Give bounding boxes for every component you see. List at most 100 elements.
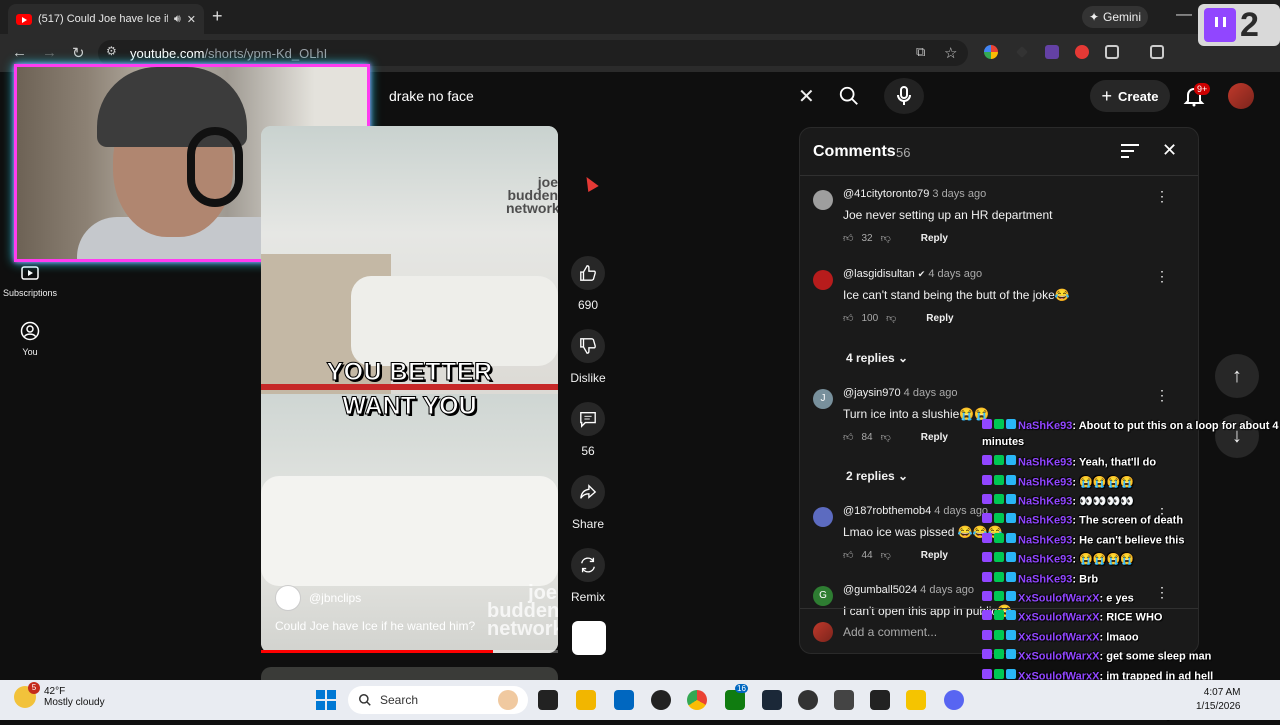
comment-author[interactable]: @gumball5024 4 days ago [843, 584, 974, 596]
clear-search-icon[interactable]: ✕ [798, 84, 815, 109]
video-title[interactable]: Could Joe have Ice if he wanted him? [275, 619, 475, 633]
game-launcher-icon[interactable] [798, 690, 818, 710]
thumbs-down-icon[interactable]: 👎︎ [886, 312, 896, 324]
sidebar-panel-icon[interactable] [1150, 45, 1164, 59]
start-button[interactable] [316, 690, 336, 710]
chat-message: NaShKe93: Brb [982, 570, 1280, 589]
comment-author-name[interactable]: @lasgidisultan [843, 268, 915, 280]
chat-badges-icon [982, 531, 1018, 550]
comment-author-name[interactable]: @41citytoronto79 [843, 188, 929, 200]
thumbs-up-icon[interactable]: 👍︎ [843, 312, 853, 324]
comment-avatar[interactable]: J [813, 389, 833, 409]
channel-name[interactable]: @jbnclips [309, 591, 361, 605]
view-replies-button[interactable]: 2 replies ⌄ [846, 469, 908, 483]
thumbs-down-icon[interactable]: 👎︎ [881, 232, 891, 244]
bookmark-star-icon[interactable]: ☆ [944, 44, 957, 62]
steam-icon[interactable] [762, 690, 782, 710]
chat-text: : Yeah, that'll do [1072, 456, 1157, 469]
sort-icon[interactable] [1120, 143, 1140, 159]
video-progress-bar[interactable] [261, 650, 558, 653]
reply-button[interactable]: Reply [926, 313, 953, 324]
reply-button[interactable]: Reply [921, 432, 948, 443]
create-button[interactable]: + Create [1090, 80, 1170, 112]
channel-avatar[interactable] [275, 585, 301, 611]
comment-author[interactable]: @jaysin970 4 days ago [843, 387, 957, 399]
weather-desc: Mostly cloudy [44, 697, 105, 708]
comment-author[interactable]: @lasgidisultan ✔ 4 days ago [843, 268, 982, 280]
sound-thumbnail[interactable] [572, 621, 606, 655]
voice-search-button[interactable] [884, 78, 924, 114]
more-options-icon[interactable]: ⋮ [1155, 268, 1169, 285]
channel-link[interactable]: @jbnclips [275, 585, 361, 611]
search-button[interactable] [832, 80, 866, 112]
shorts-video-player[interactable]: YOU BETTER WANT YOU joe budden network j… [261, 126, 558, 653]
system-clock[interactable]: 4:07 AM 1/15/2026 [1196, 686, 1241, 714]
reply-button[interactable]: Reply [921, 550, 948, 561]
thumbs-up-icon[interactable]: 👍︎ [843, 431, 853, 443]
remix-button[interactable]: Remix [568, 548, 608, 604]
comment-actions: 👍︎ 32 👎︎ Reply [843, 232, 948, 245]
file-explorer-icon[interactable] [576, 690, 596, 710]
account-avatar[interactable] [1228, 83, 1254, 109]
comment-author-name[interactable]: @jaysin970 [843, 387, 901, 399]
url-field[interactable]: youtube.com/shorts/ypm-Kd_OLhI [98, 40, 968, 66]
microphone-icon [897, 86, 911, 105]
share-button[interactable]: Share [568, 475, 608, 531]
comment-avatar[interactable] [813, 270, 833, 290]
extension-red-icon[interactable] [1075, 45, 1089, 59]
store-icon[interactable] [614, 690, 634, 710]
terminal-icon[interactable] [870, 690, 890, 710]
gemini-button[interactable]: ✦ Gemini [1082, 6, 1148, 28]
window-minimize-button[interactable]: — [1176, 6, 1192, 24]
obs-icon[interactable] [651, 690, 671, 710]
reload-icon[interactable]: ↻ [72, 44, 85, 62]
reply-button[interactable]: Reply [921, 233, 948, 244]
extension-twitch-icon[interactable] [1045, 45, 1059, 59]
dislike-button[interactable]: Dislike [566, 329, 610, 385]
stream-chat-overlay: NaShKe93: About to put this on a loop fo… [982, 418, 1280, 725]
chrome-icon[interactable] [687, 690, 707, 710]
extensions-puzzle-icon[interactable] [1105, 45, 1119, 59]
tab-close-icon[interactable]: ✕ [187, 13, 196, 26]
cast-icon[interactable]: ⧉ [916, 44, 925, 60]
comment-avatar[interactable] [813, 507, 833, 527]
speaker-icon[interactable]: 🔊︎ [174, 13, 181, 26]
comment-avatar[interactable]: G [813, 586, 833, 606]
back-arrow-icon[interactable]: ← [12, 44, 27, 61]
extension-colorwheel-icon[interactable] [984, 45, 998, 59]
search-icon [359, 694, 371, 706]
thumbs-down-icon[interactable]: 👎︎ [881, 549, 891, 561]
guide-item-subscriptions[interactable]: Subscriptions [0, 262, 60, 298]
thumbs-down-icon[interactable]: 👎︎ [881, 431, 891, 443]
chat-message: XxSoulofWarxX: e yes [982, 589, 1280, 608]
new-tab-button[interactable]: + [212, 6, 223, 27]
more-options-icon[interactable]: ⋮ [1155, 188, 1169, 205]
previous-short-button[interactable]: ↑ [1215, 354, 1259, 398]
browser-tabbar: (517) Could Joe have Ice if h 🔊︎ ✕ + ✦ Ge… [0, 0, 1280, 34]
thumbs-up-icon[interactable]: 👍︎ [843, 232, 853, 244]
comment-author[interactable]: @187robthemob4 4 days ago [843, 505, 988, 517]
close-comments-icon[interactable]: ✕ [1162, 140, 1177, 161]
comment-author-name[interactable]: @gumball5024 [843, 584, 917, 596]
comments-button[interactable]: 56 [568, 402, 608, 458]
comment-author[interactable]: @41citytoronto79 3 days ago [843, 188, 986, 200]
like-button[interactable]: 690 [568, 256, 608, 312]
xbox-icon[interactable]: 16 [725, 684, 748, 710]
view-replies-button[interactable]: 4 replies ⌄ [846, 351, 908, 365]
more-options-icon[interactable]: ⋮ [1155, 387, 1169, 404]
search-input[interactable]: drake no face [376, 80, 830, 112]
browser-tab-active[interactable]: (517) Could Joe have Ice if h 🔊︎ ✕ [8, 4, 204, 34]
rockstar-icon[interactable] [906, 690, 926, 710]
forward-arrow-icon[interactable]: → [42, 44, 57, 61]
weather-widget[interactable]: 5 42°F Mostly cloudy [14, 682, 105, 708]
discord-icon[interactable] [944, 690, 964, 710]
task-view-icon[interactable] [538, 690, 558, 710]
add-comment-placeholder[interactable]: Add a comment... [843, 625, 937, 639]
site-info-icon[interactable]: ⚙ [106, 44, 117, 58]
comment-avatar[interactable] [813, 190, 833, 210]
copilot-icon[interactable] [498, 690, 518, 710]
thumbs-up-icon[interactable]: 👍︎ [843, 549, 853, 561]
guide-item-you[interactable]: You [0, 321, 60, 357]
comment-author-name[interactable]: @187robthemob4 [843, 505, 931, 517]
calculator-icon[interactable] [834, 690, 854, 710]
